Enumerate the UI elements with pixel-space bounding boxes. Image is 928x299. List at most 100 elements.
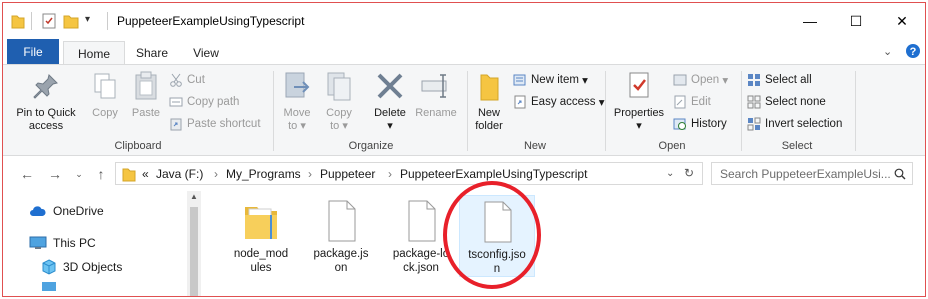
help-icon[interactable]: ? [905, 43, 921, 59]
refresh-icon[interactable]: ↻ [684, 166, 694, 180]
tab-home[interactable]: Home [63, 41, 125, 66]
copy-button[interactable]: Copy [87, 69, 123, 120]
customize-toolbar-icon[interactable]: ▾ [85, 14, 90, 25]
invert-selection-label: Invert selection [765, 118, 843, 130]
breadcrumb-item[interactable]: Puppeteer [320, 167, 375, 181]
group-divider [467, 71, 468, 151]
cut-button[interactable]: Cut [169, 71, 205, 89]
maximize-button[interactable]: ☐ [833, 3, 879, 39]
delete-label: Delete [374, 107, 406, 119]
new-folder-button[interactable]: New folder [469, 69, 509, 133]
group-divider [855, 71, 856, 151]
breadcrumb-item[interactable]: Java (F:) [156, 167, 203, 181]
copy-to-button[interactable]: Copy to ▾ [321, 69, 357, 133]
organize-group-label: Organize [348, 140, 394, 152]
nav-item-this-pc[interactable]: This PC [29, 233, 96, 253]
paste-button[interactable]: Paste [127, 69, 165, 120]
file-name: node_mod ules [233, 248, 289, 274]
copy-icon [94, 73, 116, 99]
nav-item-label: This PC [53, 236, 96, 250]
breadcrumb-item[interactable]: My_Programs [226, 167, 301, 181]
nav-item-onedrive[interactable]: OneDrive [29, 201, 104, 221]
pin-label-line1: Pin to Quick [16, 107, 76, 119]
breadcrumb-separator-icon: › [388, 167, 392, 181]
history-button[interactable]: History [673, 115, 727, 133]
open-label: Open [691, 74, 720, 86]
document-icon [408, 200, 436, 242]
copy-label: Copy [92, 107, 118, 119]
folder-item-node-modules[interactable]: node_mod ules [223, 195, 299, 275]
folder-icon [245, 207, 277, 239]
new-folder-label-line2: folder [475, 120, 503, 132]
scissors-icon [170, 73, 182, 87]
document-icon [328, 200, 356, 242]
address-dropdown-icon[interactable]: ⌄ [666, 168, 674, 179]
address-bar[interactable]: « Java (F:) › My_Programs › Puppeteer › … [115, 162, 703, 185]
edit-label: Edit [691, 96, 711, 108]
rename-button[interactable]: Rename [413, 69, 459, 120]
easy-access-button[interactable]: Easy access ▾ [513, 93, 605, 111]
up-arrow-icon[interactable]: ↑ [91, 164, 111, 184]
expand-ribbon-icon[interactable]: ⌄ [883, 45, 892, 58]
desktop-icon [42, 282, 56, 291]
folder-icon [122, 168, 136, 182]
new-item-icon [513, 74, 526, 86]
dropdown-arrow-icon: ▾ [387, 120, 393, 132]
navigation-pane: OneDrive This PC 3D Objects ▲ [3, 191, 203, 296]
tab-view[interactable]: View [183, 41, 229, 65]
breadcrumb-overflow[interactable]: « [142, 167, 149, 181]
invert-selection-button[interactable]: Invert selection [747, 115, 842, 133]
new-item-button[interactable]: New item ▾ [513, 71, 588, 89]
search-icon[interactable] [894, 168, 906, 180]
close-button[interactable]: ✕ [879, 3, 925, 39]
new-folder-icon[interactable] [63, 11, 79, 31]
file-item-package-json[interactable]: package.js on [303, 195, 379, 275]
divider [31, 12, 32, 30]
new-folder-icon [480, 74, 499, 101]
back-arrow-icon[interactable]: ← [17, 164, 37, 184]
new-group-label: New [523, 140, 546, 152]
dropdown-arrow-icon: ▾ [598, 97, 605, 109]
nav-scrollbar[interactable]: ▲ [187, 191, 201, 296]
scroll-up-icon[interactable]: ▲ [190, 192, 198, 201]
copy-to-icon [327, 72, 351, 101]
file-list: node_mod ules package.js on package-lo ck.j… [203, 191, 925, 296]
copy-path-button[interactable]: Copy path [169, 93, 239, 111]
search-box[interactable]: Search PuppeteerExampleUsi... [711, 162, 913, 185]
select-all-button[interactable]: Select all [747, 71, 812, 89]
edit-button[interactable]: Edit [673, 93, 711, 111]
delete-button[interactable]: Delete ▾ [367, 69, 413, 133]
minimize-button[interactable]: — [787, 3, 833, 39]
properties-button[interactable]: Properties ▾ [609, 69, 669, 133]
file-item-package-lock-json[interactable]: package-lo ck.json [383, 195, 459, 275]
open-button[interactable]: Open ▾ [673, 71, 728, 89]
properties-check-icon[interactable] [41, 11, 57, 31]
history-label: History [691, 118, 727, 130]
title-bar: ▾ PuppeteerExampleUsingTypescript — ☐ ✕ [3, 3, 925, 39]
group-divider [605, 71, 606, 151]
search-input[interactable]: Search PuppeteerExampleUsi... [720, 167, 891, 181]
tab-file[interactable]: File [7, 39, 59, 65]
dropdown-arrow-icon: ▾ [636, 120, 642, 132]
nav-item-3d-objects[interactable]: 3D Objects [41, 257, 122, 277]
pin-icon [33, 74, 58, 99]
recent-locations-icon[interactable]: ⌄ [69, 164, 89, 184]
new-item-label: New item [531, 74, 579, 86]
history-icon [673, 118, 686, 130]
nav-item-label: OneDrive [53, 204, 104, 218]
scrollbar-thumb[interactable] [190, 207, 198, 296]
forward-arrow-icon[interactable]: → [45, 164, 65, 184]
tab-share[interactable]: Share [129, 41, 175, 65]
nav-item-partial[interactable] [41, 281, 63, 291]
move-to-button[interactable]: Move to ▾ [279, 69, 315, 133]
move-to-label-line2: to [288, 120, 298, 132]
pin-to-quick-access-button[interactable]: Pin to Quick access [9, 69, 83, 133]
file-name: tsconfig.jso n [468, 249, 526, 275]
paste-shortcut-button[interactable]: Paste shortcut [169, 115, 261, 133]
file-item-tsconfig-json[interactable]: tsconfig.jso n [459, 195, 535, 277]
select-none-button[interactable]: Select none [747, 93, 826, 111]
properties-label: Properties [613, 107, 665, 119]
window-title: PuppeteerExampleUsingTypescript [117, 14, 305, 28]
breadcrumb-item[interactable]: PuppeteerExampleUsingTypescript [400, 167, 587, 181]
cube-icon [42, 259, 56, 275]
